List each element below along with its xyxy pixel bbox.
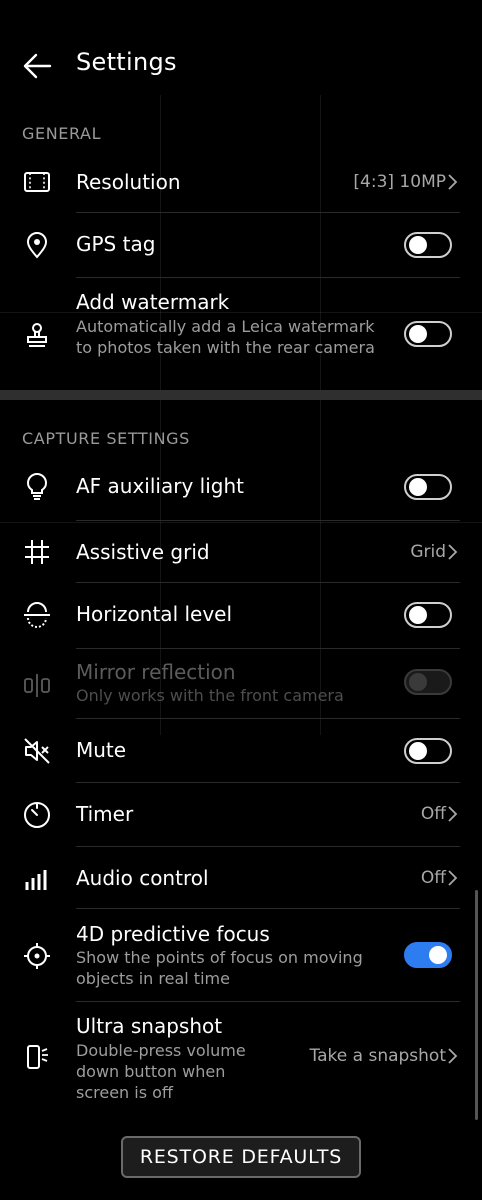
divider bbox=[76, 908, 460, 909]
setting-label: 4D predictive focus bbox=[76, 922, 270, 946]
toggle-knob bbox=[409, 478, 427, 496]
setting-description: Automatically add a Leica watermark to p… bbox=[76, 317, 375, 357]
setting-af-auxiliary-light[interactable]: AF auxiliary light bbox=[0, 464, 482, 510]
divider bbox=[76, 648, 460, 649]
app-bar: Settings bbox=[0, 38, 482, 94]
toggle-knob bbox=[409, 673, 427, 691]
divider bbox=[76, 212, 460, 213]
speaker-mute-icon bbox=[22, 736, 52, 766]
toggle-knob bbox=[409, 742, 427, 760]
setting-label: Audio control bbox=[76, 866, 209, 890]
setting-ultra-snapshot[interactable]: Ultra snapshot Double-press volume down … bbox=[0, 1012, 482, 1108]
divider bbox=[76, 277, 460, 278]
setting-timer[interactable]: Timer Off bbox=[0, 792, 482, 838]
setting-horizontal-level[interactable]: Horizontal level bbox=[0, 592, 482, 638]
setting-gps-tag[interactable]: GPS tag bbox=[0, 222, 482, 268]
grid-value: Grid bbox=[410, 542, 446, 562]
divider bbox=[76, 782, 460, 783]
setting-add-watermark[interactable]: Add watermark Automatically add a Leica … bbox=[0, 288, 482, 384]
divider bbox=[76, 520, 460, 521]
audio-control-value: Off bbox=[420, 868, 446, 888]
setting-resolution[interactable]: Resolution [4:3] 10MP bbox=[0, 160, 482, 204]
setting-label: Mirror reflection bbox=[76, 660, 236, 684]
chevron-right-icon bbox=[446, 804, 458, 824]
setting-description: Only works with the front camera bbox=[76, 686, 344, 705]
predictive-focus-toggle[interactable] bbox=[404, 942, 452, 968]
timer-icon bbox=[22, 800, 52, 830]
page-title: Settings bbox=[76, 48, 177, 76]
setting-label: Ultra snapshot bbox=[76, 1014, 223, 1038]
camera-grid-line bbox=[0, 522, 482, 523]
section-heading-general: GENERAL bbox=[22, 124, 102, 143]
setting-label: Assistive grid bbox=[76, 540, 210, 564]
setting-assistive-grid[interactable]: Assistive grid Grid bbox=[0, 530, 482, 574]
lightbulb-icon bbox=[22, 472, 52, 502]
timer-value: Off bbox=[420, 804, 446, 824]
setting-label: Timer bbox=[76, 802, 134, 826]
snapshot-value: Take a snapshot bbox=[309, 1046, 446, 1066]
divider bbox=[76, 718, 460, 719]
horizontal-level-toggle[interactable] bbox=[404, 602, 452, 628]
back-arrow-icon[interactable] bbox=[22, 52, 52, 80]
setting-label: GPS tag bbox=[76, 232, 156, 256]
section-separator bbox=[0, 390, 482, 400]
toggle-knob bbox=[409, 606, 427, 624]
setting-label: Horizontal level bbox=[76, 602, 233, 626]
toggle-knob bbox=[409, 236, 427, 254]
setting-label: Resolution bbox=[76, 170, 181, 194]
setting-description: Double-press volume down button when scr… bbox=[76, 1041, 246, 1102]
mirror-reflection-toggle bbox=[404, 669, 452, 695]
scrollbar[interactable] bbox=[475, 890, 478, 1120]
chevron-right-icon bbox=[446, 172, 458, 192]
setting-4d-predictive-focus[interactable]: 4D predictive focus Show the points of f… bbox=[0, 918, 482, 994]
toggle-knob bbox=[409, 325, 427, 343]
phone-volume-icon bbox=[22, 1042, 52, 1072]
mirror-icon bbox=[22, 670, 52, 700]
gps-tag-toggle[interactable] bbox=[404, 232, 452, 258]
setting-label: Add watermark bbox=[76, 290, 230, 314]
setting-audio-control[interactable]: Audio control Off bbox=[0, 856, 482, 902]
chevron-right-icon bbox=[446, 1046, 458, 1066]
audio-bars-icon bbox=[22, 864, 52, 894]
location-pin-icon bbox=[22, 230, 52, 260]
toggle-knob bbox=[429, 946, 447, 964]
watermark-toggle[interactable] bbox=[404, 321, 452, 347]
setting-description: Show the points of focus on moving objec… bbox=[76, 948, 363, 988]
setting-mute[interactable]: Mute bbox=[0, 728, 482, 774]
horizontal-level-icon bbox=[22, 600, 52, 630]
divider bbox=[76, 582, 460, 583]
focus-target-icon bbox=[22, 941, 52, 971]
section-heading-capture: CAPTURE SETTINGS bbox=[22, 429, 190, 448]
grid-icon bbox=[22, 537, 52, 567]
chevron-right-icon bbox=[446, 542, 458, 562]
restore-defaults-button[interactable]: RESTORE DEFAULTS bbox=[121, 1136, 361, 1178]
stamp-icon bbox=[22, 320, 52, 350]
divider bbox=[76, 1001, 460, 1002]
af-light-toggle[interactable] bbox=[404, 474, 452, 500]
divider bbox=[76, 846, 460, 847]
mute-toggle[interactable] bbox=[404, 738, 452, 764]
setting-mirror-reflection: Mirror reflection Only works with the fr… bbox=[0, 658, 482, 712]
setting-label: Mute bbox=[76, 738, 127, 762]
resolution-icon bbox=[22, 167, 52, 197]
resolution-value: [4:3] 10MP bbox=[353, 172, 446, 192]
setting-label: AF auxiliary light bbox=[76, 474, 244, 498]
chevron-right-icon bbox=[446, 868, 458, 888]
